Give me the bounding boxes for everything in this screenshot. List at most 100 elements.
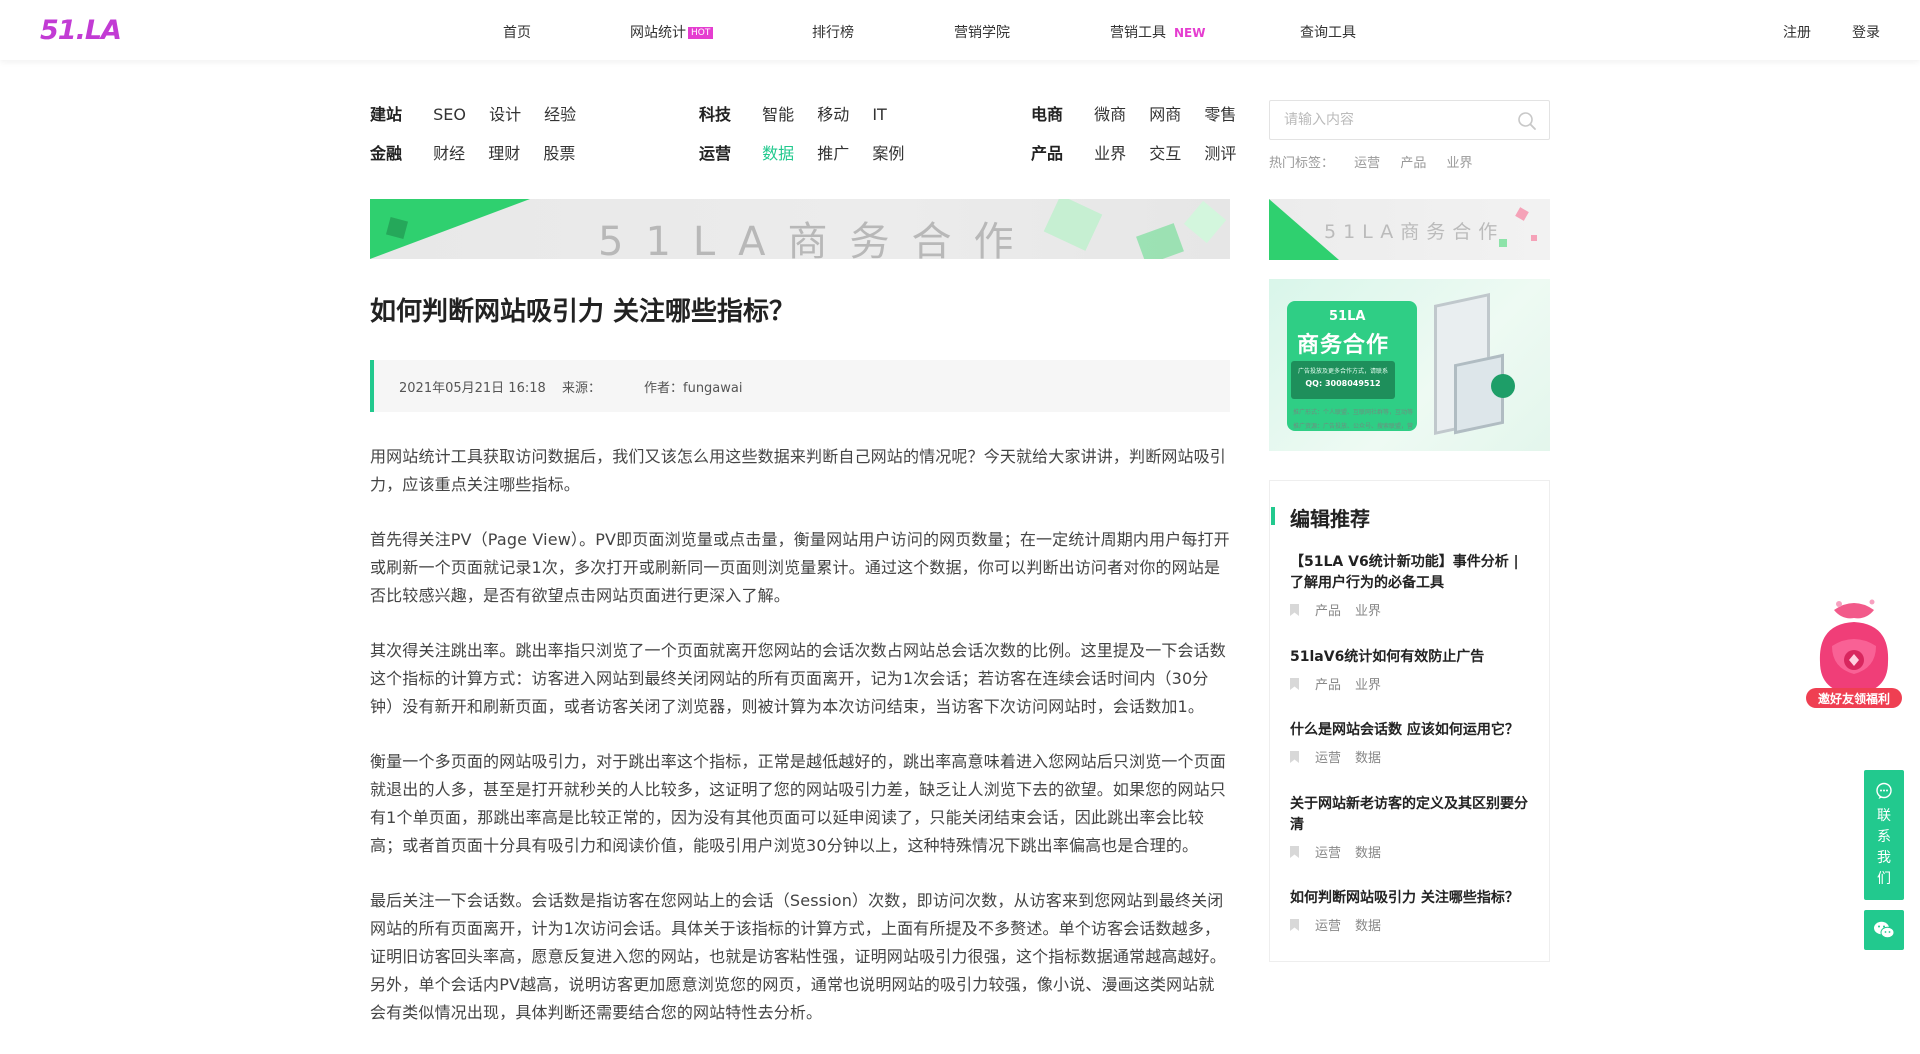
nav-marketing-tools[interactable]: 营销工具 NEW bbox=[1110, 22, 1205, 42]
editor-recommend-title: 编辑推荐 bbox=[1290, 507, 1370, 531]
category-group-jinrong: 金融 财经 理财 股票 bbox=[370, 140, 575, 164]
contact-us-char: 我 bbox=[1877, 850, 1891, 866]
hot-tag[interactable]: 产品 bbox=[1400, 156, 1426, 171]
section-marker bbox=[1271, 507, 1275, 525]
business-cooperation-banner[interactable]: 51LA商务合作 bbox=[370, 199, 1230, 259]
recommend-tag[interactable]: 业界 bbox=[1355, 600, 1381, 619]
article-meta: 2021年05月21日 16:18 来源： 作者：fungawai bbox=[370, 360, 1230, 412]
search-icon[interactable] bbox=[1517, 111, 1537, 131]
category-sub[interactable]: 业界 bbox=[1094, 140, 1126, 164]
wechat-button[interactable] bbox=[1864, 910, 1904, 950]
recommend-item-title[interactable]: 51laV6统计如何有效防止广告 bbox=[1290, 647, 1535, 668]
recommend-tag[interactable]: 数据 bbox=[1355, 747, 1381, 766]
category-sub[interactable]: SEO bbox=[433, 105, 466, 124]
recommend-item[interactable]: 51laV6统计如何有效防止广告 产品 业界 bbox=[1290, 647, 1535, 693]
register-link[interactable]: 注册 bbox=[1783, 22, 1811, 42]
contact-us-char: 们 bbox=[1877, 871, 1891, 887]
category-group-dianshang: 电商 微商 网商 零售 bbox=[1031, 101, 1236, 125]
poster-note: 推广形式：个人联盟、互联网社群等，互动等 bbox=[1293, 409, 1414, 416]
category-sub[interactable]: 网商 bbox=[1149, 101, 1181, 125]
category-sub[interactable]: 经验 bbox=[544, 101, 576, 125]
recommend-tag[interactable]: 数据 bbox=[1355, 915, 1381, 934]
category-sub[interactable]: 智能 bbox=[762, 101, 794, 125]
wechat-icon bbox=[1874, 921, 1895, 939]
nav-ranking[interactable]: 排行榜 bbox=[812, 22, 854, 42]
recommend-item-title[interactable]: 什么是网站会话数 应该如何运用它？ bbox=[1290, 720, 1535, 741]
category-sub[interactable]: 推广 bbox=[817, 140, 849, 164]
category-sub[interactable]: 股票 bbox=[543, 140, 575, 164]
category-sub[interactable]: 理财 bbox=[488, 140, 520, 164]
category-sub[interactable]: 测评 bbox=[1204, 140, 1236, 164]
nav-site-stats[interactable]: 网站统计 HOT bbox=[630, 22, 714, 42]
category-sub[interactable]: IT bbox=[872, 105, 887, 124]
article-paragraph: 其次得关注跳出率。跳出率指只浏览了一个页面就离开您网站的会话次数占网站总会话次数… bbox=[370, 641, 1226, 716]
search-input[interactable] bbox=[1270, 101, 1500, 139]
contact-us-label: 联系我们 bbox=[1864, 806, 1904, 890]
hot-tag[interactable]: 业界 bbox=[1446, 156, 1472, 171]
category-lead[interactable]: 运营 bbox=[699, 140, 731, 164]
chat-bubble-icon bbox=[1876, 782, 1892, 799]
search-box bbox=[1269, 100, 1550, 140]
recommend-item[interactable]: 关于网站新老访客的定义及其区别要分清 运营 数据 bbox=[1290, 794, 1535, 861]
recommend-tag[interactable]: 产品 bbox=[1315, 674, 1341, 693]
site-logo[interactable]: 51.LA bbox=[40, 15, 122, 46]
poster-person-illustration bbox=[1491, 374, 1515, 398]
recommend-item[interactable]: 如何判断网站吸引力 关注哪些指标？ 运营 数据 bbox=[1290, 888, 1535, 934]
bookmark-icon bbox=[1290, 845, 1299, 858]
recommend-item-title[interactable]: 关于网站新老访客的定义及其区别要分清 bbox=[1290, 794, 1535, 836]
nav-marketing-academy-label: 营销学院 bbox=[954, 25, 1010, 41]
hot-badge: HOT bbox=[688, 27, 714, 39]
new-badge: NEW bbox=[1174, 26, 1206, 40]
category-sub[interactable]: 设计 bbox=[489, 101, 521, 125]
recommend-tag[interactable]: 产品 bbox=[1315, 600, 1341, 619]
contact-us-button[interactable]: 联系我们 bbox=[1864, 770, 1904, 900]
recommend-tag[interactable]: 业界 bbox=[1355, 674, 1381, 693]
hot-tag[interactable]: 运营 bbox=[1354, 156, 1380, 171]
recommend-item-title[interactable]: 如何判断网站吸引力 关注哪些指标？ bbox=[1290, 888, 1535, 909]
category-sub[interactable]: 交互 bbox=[1149, 140, 1181, 164]
category-lead[interactable]: 科技 bbox=[699, 101, 731, 125]
category-sub[interactable]: 零售 bbox=[1204, 101, 1236, 125]
article-source: 来源： bbox=[562, 381, 602, 396]
recommend-tag[interactable]: 运营 bbox=[1315, 842, 1341, 861]
category-sub[interactable]: 案例 bbox=[872, 140, 904, 164]
login-link[interactable]: 登录 bbox=[1852, 22, 1880, 42]
category-sub[interactable]: 微商 bbox=[1094, 101, 1126, 125]
poster-qq-box: 广告投放及更多合作方式，请联系 QQ: 3008049512 bbox=[1291, 361, 1395, 399]
category-group-jianzhan: 建站 SEO 设计 经验 bbox=[370, 101, 576, 125]
invite-gift-widget[interactable]: 邀好友领福利 bbox=[1804, 596, 1904, 711]
recommend-item-title[interactable]: 【51LA V6统计新功能】事件分析 | 了解用户行为的必备工具 bbox=[1290, 552, 1535, 594]
hot-tags: 热门标签： 运营 产品 业界 bbox=[1269, 152, 1472, 171]
category-group-chanpin: 产品 业界 交互 测评 bbox=[1031, 140, 1236, 164]
recommend-tag[interactable]: 运营 bbox=[1315, 915, 1341, 934]
poster-title: 商务合作 bbox=[1297, 333, 1390, 358]
banner-decoration bbox=[1183, 200, 1227, 244]
nav-query-tools[interactable]: 查询工具 bbox=[1300, 22, 1356, 42]
recommend-tag[interactable]: 数据 bbox=[1355, 842, 1381, 861]
banner-text: 51LA商务合作 bbox=[598, 219, 1036, 259]
article-paragraph: 衡量一个多页面的网站吸引力，对于跳出率这个指标，正常是越低越好的，跳出率高意味着… bbox=[370, 752, 1226, 855]
category-lead[interactable]: 建站 bbox=[370, 101, 402, 125]
category-lead[interactable]: 电商 bbox=[1031, 101, 1063, 125]
category-sub-active[interactable]: 数据 bbox=[762, 140, 794, 164]
category-group-yunying: 运营 数据 推广 案例 bbox=[699, 140, 904, 164]
article-date: 2021年05月21日 16:18 bbox=[399, 381, 546, 396]
recommend-item[interactable]: 什么是网站会话数 应该如何运用它？ 运营 数据 bbox=[1290, 720, 1535, 766]
category-lead[interactable]: 产品 bbox=[1031, 140, 1063, 164]
nav-home-label: 首页 bbox=[503, 25, 531, 41]
article-paragraph: 首先得关注PV（Page View）。PV即页面浏览量或点击量，衡量网站用户访问… bbox=[370, 530, 1230, 605]
category-sub[interactable]: 移动 bbox=[817, 101, 849, 125]
contact-us-char: 系 bbox=[1877, 829, 1891, 845]
poster-brand: 51LA bbox=[1329, 309, 1366, 324]
side-cooperation-poster[interactable]: 51LA 商务合作 广告投放及更多合作方式，请联系 QQ: 3008049512… bbox=[1269, 279, 1550, 451]
poster-qq-number: QQ: 3008049512 bbox=[1305, 379, 1381, 388]
article-author: 作者：fungawai bbox=[644, 381, 743, 396]
side-cooperation-banner[interactable]: 51LA商务合作 bbox=[1269, 199, 1550, 260]
article-paragraph: 最后关注一下会话数。会话数是指访客在您网站上的会话（Session）次数，即访问… bbox=[370, 891, 1226, 1022]
nav-marketing-academy[interactable]: 营销学院 bbox=[954, 22, 1010, 42]
category-lead[interactable]: 金融 bbox=[370, 140, 402, 164]
recommend-tag[interactable]: 运营 bbox=[1315, 747, 1341, 766]
recommend-item[interactable]: 【51LA V6统计新功能】事件分析 | 了解用户行为的必备工具 产品 业界 bbox=[1290, 552, 1535, 619]
nav-home[interactable]: 首页 bbox=[503, 22, 531, 42]
category-sub[interactable]: 财经 bbox=[433, 140, 465, 164]
